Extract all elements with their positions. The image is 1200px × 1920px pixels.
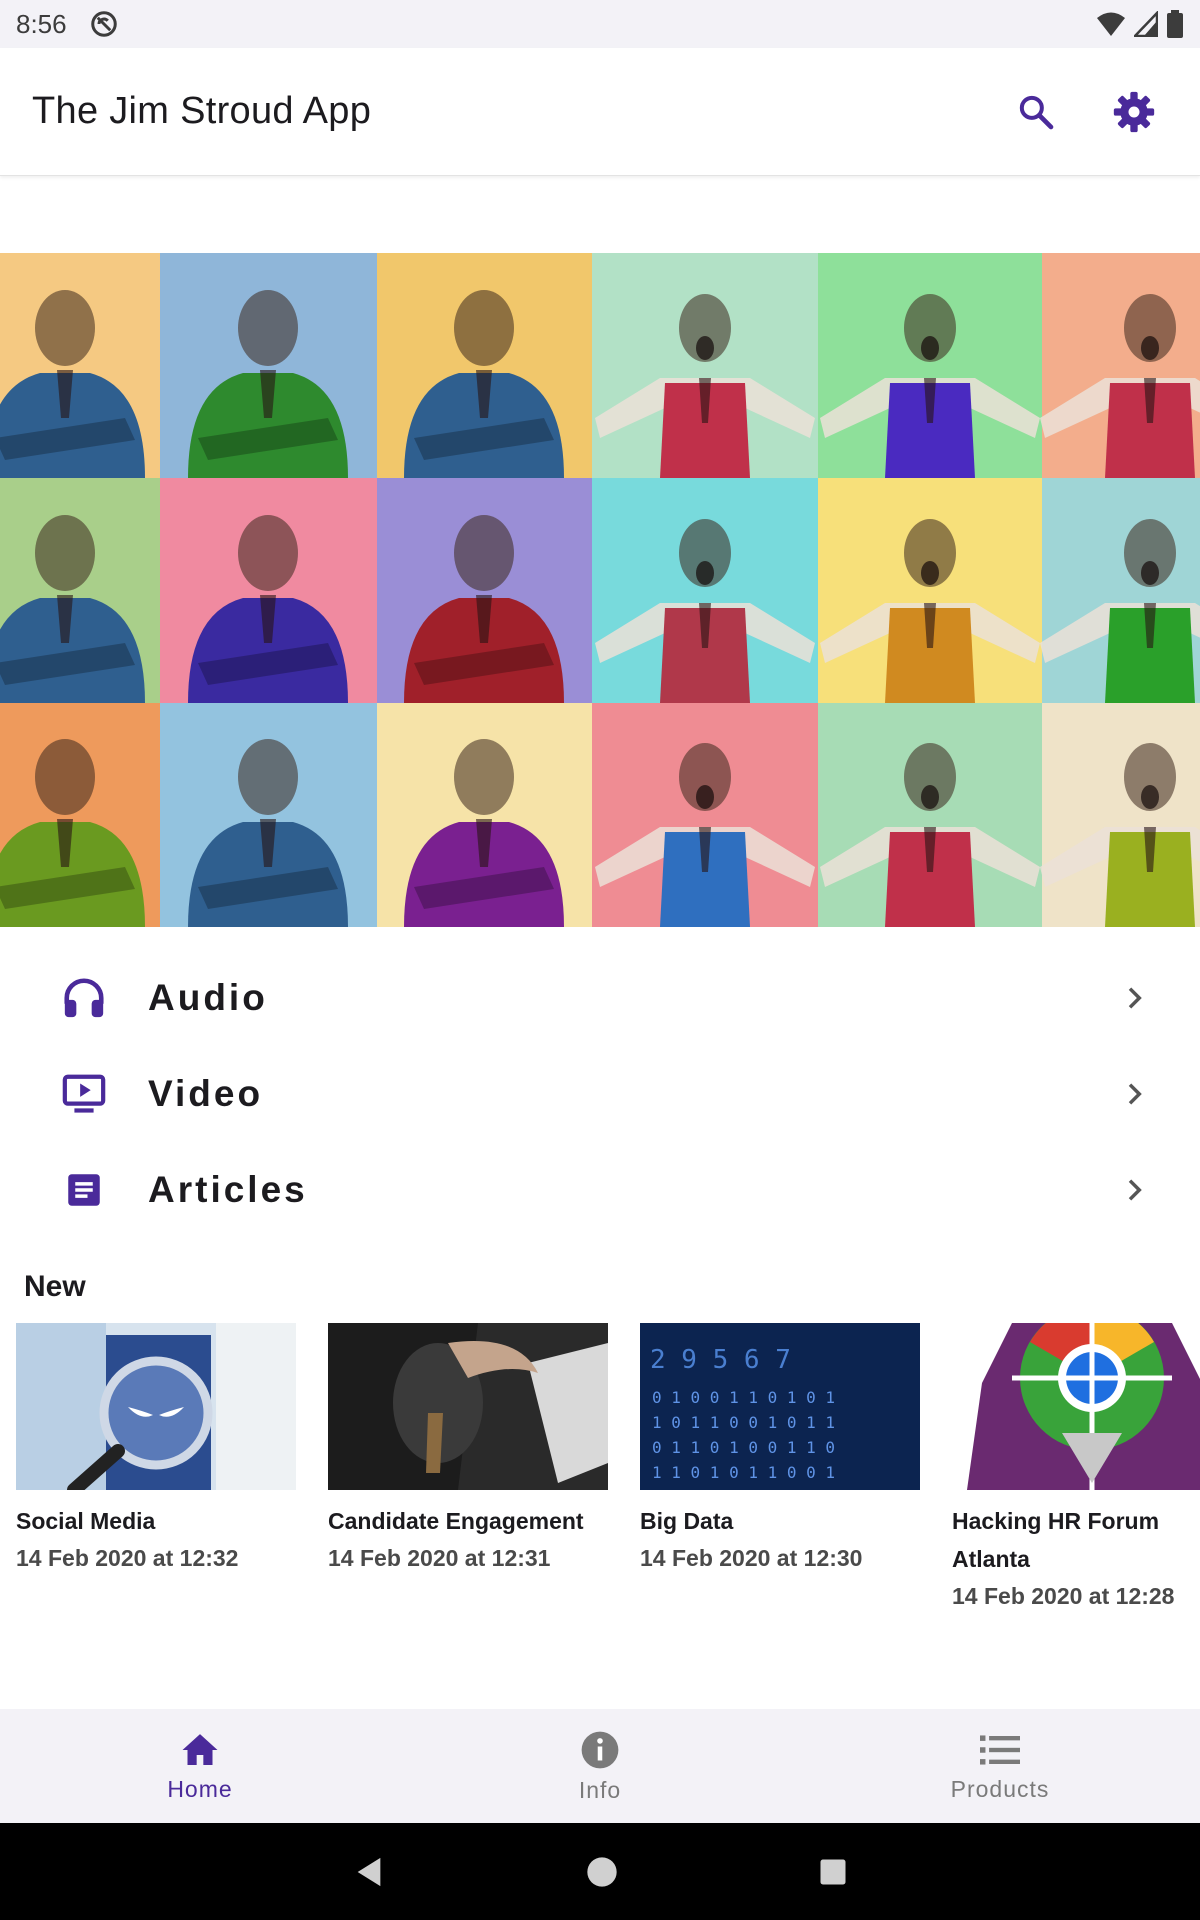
card-title: Big Data (640, 1508, 734, 1534)
home-icon (182, 1733, 218, 1765)
new-item-card-big-data[interactable]: 2 9 5 6 7 0 1 0 0 1 1 0 1 0 1 1 0 1 1 0 … (640, 1323, 920, 1576)
nav-item-home[interactable]: Home (0, 1709, 400, 1823)
chevron-right-icon (1128, 987, 1142, 1009)
settings-button[interactable] (1106, 84, 1162, 140)
pop-art-portrait-grid (0, 253, 1200, 927)
card-thumbnail (952, 1323, 1200, 1490)
signal-icon (1134, 11, 1158, 37)
app-title: The Jim Stroud App (32, 90, 372, 132)
card-thumbnail: 2 9 5 6 7 0 1 0 0 1 1 0 1 0 1 1 0 1 1 0 … (640, 1323, 920, 1490)
new-items-carousel[interactable]: Social Media 14 Feb 2020 at 12:32 Candid… (16, 1323, 1200, 1623)
battery-icon (1167, 10, 1183, 38)
card-thumbnail (328, 1323, 608, 1490)
app-bar: The Jim Stroud App (0, 48, 1200, 176)
wifi-icon (1097, 12, 1125, 36)
info-icon (581, 1731, 619, 1768)
menu-item-audio[interactable]: Audio (0, 950, 1200, 1046)
article-icon (60, 1166, 108, 1214)
svg-text:2 9 5 6 7: 2 9 5 6 7 (650, 1345, 791, 1375)
home-circle-icon[interactable] (586, 1856, 618, 1888)
card-title: Candidate Engagement (328, 1508, 584, 1534)
menu-item-label: Articles (148, 1169, 308, 1210)
video-icon (60, 1070, 108, 1118)
card-date: 14 Feb 2020 at 12:28 (952, 1583, 1175, 1609)
status-time: 8:56 (16, 8, 67, 39)
card-date: 14 Feb 2020 at 12:30 (640, 1545, 863, 1571)
nav-item-products[interactable]: Products (800, 1709, 1200, 1823)
nav-label: Info (578, 1776, 622, 1803)
content-menu-list: Audio Video Articles (0, 950, 1200, 1238)
menu-item-label: Audio (148, 977, 268, 1018)
nav-label: Home (167, 1775, 233, 1802)
svg-text:1 0 1 1 0 0 1 0 1 1: 1 0 1 1 0 0 1 0 1 1 (652, 1413, 835, 1432)
chevron-right-icon (1128, 1179, 1142, 1201)
new-item-card-candidate-engagement[interactable]: Candidate Engagement 14 Feb 2020 at 12:3… (328, 1323, 608, 1576)
menu-item-video[interactable]: Video (0, 1046, 1200, 1142)
card-title: Social Media (16, 1508, 156, 1534)
gear-icon (1113, 91, 1155, 132)
menu-item-articles[interactable]: Articles (0, 1142, 1200, 1238)
back-icon[interactable] (352, 1855, 386, 1889)
svg-text:1 1 0 1 0 1 1 0 0 1: 1 1 0 1 0 1 1 0 0 1 (652, 1463, 835, 1482)
nav-label: Products (950, 1775, 1050, 1802)
svg-text:0 1 1 0 1 0 0 1 1 0: 0 1 1 0 1 0 0 1 1 0 (652, 1438, 835, 1457)
nav-item-info[interactable]: Info (400, 1709, 800, 1823)
card-thumbnail (16, 1323, 296, 1490)
card-title: Hacking HR Forum Atlanta (952, 1508, 1160, 1572)
svg-text:0 1 0 0 1 1 0 1 0 1: 0 1 0 0 1 1 0 1 0 1 (652, 1388, 835, 1407)
card-date: 14 Feb 2020 at 12:32 (16, 1545, 239, 1571)
new-item-card-hacking-hr-forum-atlanta[interactable]: Hacking HR Forum Atlanta 14 Feb 2020 at … (952, 1323, 1200, 1614)
new-section-heading: New (24, 1270, 86, 1303)
new-item-card-social-media[interactable]: Social Media 14 Feb 2020 at 12:32 (16, 1323, 296, 1576)
hero-banner-image (0, 253, 1200, 927)
do-not-disturb-icon (90, 11, 117, 37)
chevron-right-icon (1128, 1083, 1142, 1105)
search-icon (1019, 95, 1054, 129)
card-date: 14 Feb 2020 at 12:31 (328, 1545, 551, 1571)
menu-item-label: Video (148, 1073, 264, 1114)
status-bar: 8:56 (0, 0, 1200, 48)
headphones-icon (60, 974, 108, 1022)
recents-icon[interactable] (818, 1857, 848, 1887)
bottom-navigation: Home Info Products (0, 1709, 1200, 1823)
search-button[interactable] (1008, 84, 1064, 140)
system-navigation-bar (0, 1823, 1200, 1920)
list-icon (980, 1734, 1020, 1765)
